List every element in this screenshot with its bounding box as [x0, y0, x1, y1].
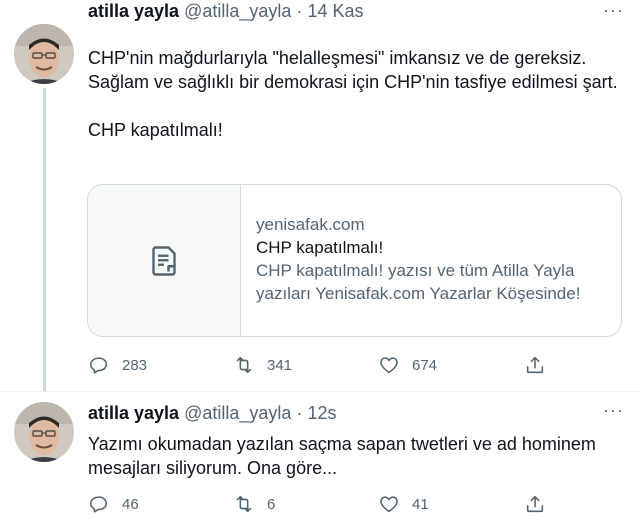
tweet-actions: 46 6 41 [88, 492, 558, 516]
avatar-photo [14, 402, 74, 462]
heart-icon [380, 357, 398, 374]
retweet-count: 6 [267, 495, 276, 513]
retweet-button[interactable]: 6 [233, 492, 275, 516]
tweet-text: CHP'nin mağdurlarıyla "helalleşmesi" imk… [88, 46, 618, 142]
tweet-header: atilla yayla @atilla_yayla · 14 Kas [88, 0, 364, 22]
tweet-actions: 283 341 674 [88, 353, 558, 377]
retweet-icon [236, 495, 252, 513]
separator-dot: · [296, 403, 303, 423]
author-handle[interactable]: @atilla_yayla [184, 403, 291, 423]
card-domain: yenisafak.com [256, 215, 365, 234]
tweet[interactable]: atilla yayla @atilla_yayla · 14 Kas ··· … [0, 0, 640, 392]
separator-dot: · [296, 1, 303, 21]
author-handle[interactable]: @atilla_yayla [184, 1, 291, 21]
tweet[interactable]: atilla yayla @atilla_yayla · 12s ··· Yaz… [0, 392, 640, 532]
tweet-header: atilla yayla @atilla_yayla · 12s [88, 402, 336, 424]
avatar-photo [14, 24, 74, 84]
reply-button[interactable]: 283 [88, 353, 147, 377]
avatar[interactable] [14, 24, 74, 84]
heart-icon [380, 496, 398, 513]
share-icon [526, 356, 544, 374]
like-button[interactable]: 41 [378, 492, 429, 516]
like-count: 41 [412, 495, 429, 513]
reply-count: 46 [122, 495, 139, 513]
author-name[interactable]: atilla yayla [88, 403, 179, 423]
document-icon [152, 245, 176, 276]
card-thumbnail [88, 185, 241, 336]
share-icon [526, 495, 544, 513]
share-button[interactable] [524, 353, 546, 377]
retweet-count: 341 [267, 356, 293, 374]
reply-button[interactable]: 46 [88, 492, 139, 516]
tweet-time[interactable]: 14 Kas [307, 1, 363, 21]
reply-count: 283 [122, 356, 148, 374]
card-title: CHP kapatılmalı! [256, 238, 384, 257]
more-options-icon[interactable]: ··· [603, 400, 624, 421]
reply-icon [89, 357, 108, 374]
tweet-paragraph: CHP kapatılmalı! [88, 120, 223, 140]
thread-line [43, 88, 46, 392]
retweet-icon [236, 356, 252, 374]
tweet-paragraph: CHP'nin mağdurlarıyla "helalleşmesi" imk… [88, 48, 618, 92]
share-button[interactable] [524, 492, 546, 516]
retweet-button[interactable]: 341 [233, 353, 292, 377]
author-name[interactable]: atilla yayla [88, 1, 179, 21]
tweet-text: Yazımı okumadan yazılan saçma sapan twet… [88, 432, 618, 480]
tweet-time[interactable]: 12s [307, 403, 336, 423]
card-description: CHP kapatılmalı! yazısı ve tüm Atilla Ya… [256, 261, 581, 303]
link-card[interactable]: yenisafak.com CHP kapatılmalı! CHP kapat… [87, 184, 622, 337]
more-options-icon[interactable]: ··· [603, 0, 624, 21]
like-count: 674 [412, 356, 438, 374]
avatar[interactable] [14, 402, 74, 462]
tweet-paragraph: Yazımı okumadan yazılan saçma sapan twet… [88, 434, 596, 478]
card-info: yenisafak.com CHP kapatılmalı! CHP kapat… [256, 213, 616, 305]
reply-icon [89, 496, 108, 513]
like-button[interactable]: 674 [378, 353, 437, 377]
